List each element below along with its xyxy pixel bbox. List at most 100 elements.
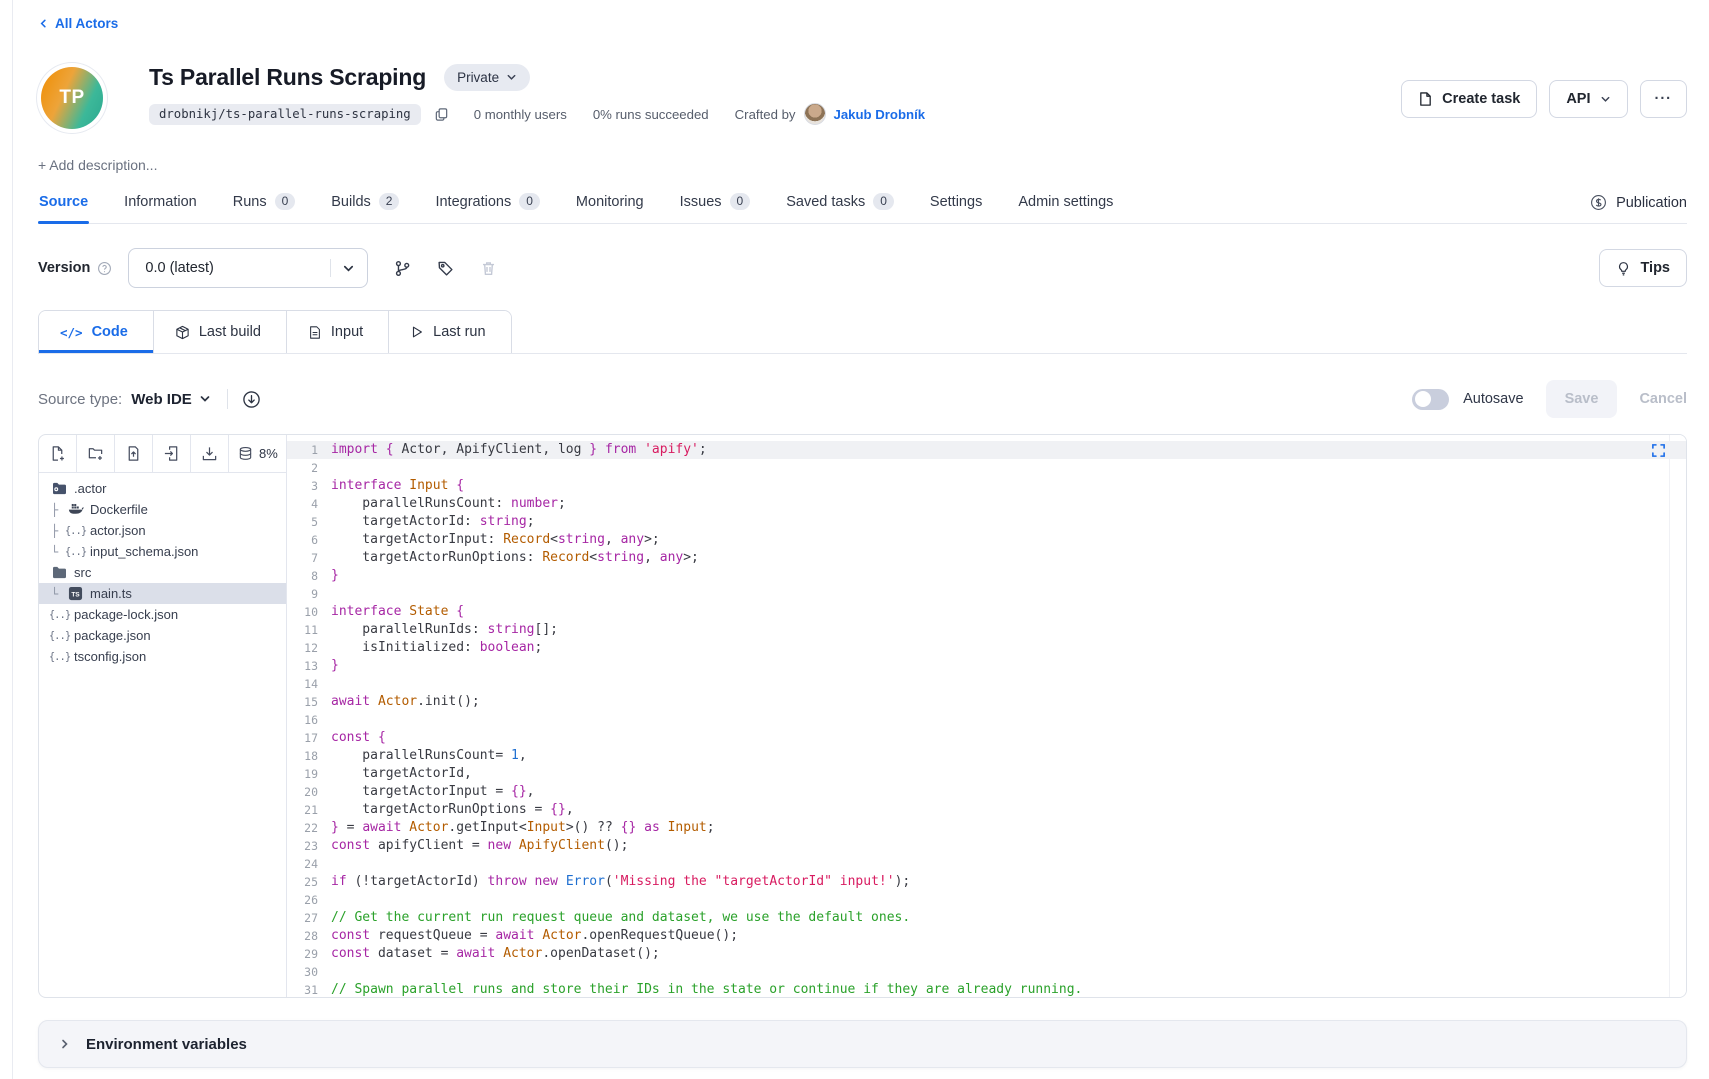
tab-integrations[interactable]: Integrations0 xyxy=(434,193,540,223)
code-line[interactable]: 1import { Actor, ApifyClient, log } from… xyxy=(287,441,1686,459)
code-line[interactable]: 7 targetActorRunOptions: Record<string, … xyxy=(287,549,1686,567)
import-file-button[interactable] xyxy=(153,435,191,472)
tips-button[interactable]: Tips xyxy=(1599,249,1687,287)
code-line[interactable]: 27// Get the current run request queue a… xyxy=(287,909,1686,927)
api-button[interactable]: API xyxy=(1549,80,1627,118)
scrollbar-track[interactable] xyxy=(1669,435,1670,997)
code-line[interactable]: 9 xyxy=(287,585,1686,603)
fullscreen-icon[interactable] xyxy=(1651,443,1666,458)
help-icon[interactable] xyxy=(97,261,112,276)
tab-runs[interactable]: Runs0 xyxy=(232,193,297,223)
upload-file-icon xyxy=(125,445,142,462)
tree-item-.actor[interactable]: .actor xyxy=(39,478,286,499)
code-line[interactable]: 26 xyxy=(287,891,1686,909)
copy-icon[interactable] xyxy=(434,107,449,122)
download-source-button[interactable] xyxy=(242,390,261,409)
code-line[interactable]: 21 targetActorRunOptions = {}, xyxy=(287,801,1686,819)
code-line[interactable]: 13} xyxy=(287,657,1686,675)
save-button[interactable]: Save xyxy=(1546,380,1618,418)
tree-item-src[interactable]: src xyxy=(39,562,286,583)
code-line[interactable]: 18 parallelRunsCount= 1, xyxy=(287,747,1686,765)
storage-usage[interactable]: 8% xyxy=(229,435,286,472)
line-number: 14 xyxy=(287,675,331,693)
code-line[interactable]: 31// Spawn parallel runs and store their… xyxy=(287,981,1686,997)
git-branch-icon[interactable] xyxy=(394,260,411,277)
autosave-toggle[interactable] xyxy=(1412,389,1449,410)
code-line[interactable]: 16 xyxy=(287,711,1686,729)
download-button[interactable] xyxy=(191,435,229,472)
editor-tab-code[interactable]: </>Code xyxy=(39,311,154,353)
code-line[interactable]: 19 targetActorId, xyxy=(287,765,1686,783)
tree-item-input-schema.json[interactable]: └{..}input_schema.json xyxy=(39,541,286,562)
breadcrumb[interactable]: All Actors xyxy=(38,16,118,31)
code-editor: 8% .actor├Dockerfile├{..}actor.json└{..}… xyxy=(38,434,1687,998)
tree-item-dockerfile[interactable]: ├Dockerfile xyxy=(39,499,286,520)
new-folder-button[interactable] xyxy=(77,435,115,472)
editor-tab-last-build[interactable]: Last build xyxy=(154,311,287,353)
editor-tab-last-run[interactable]: Last run xyxy=(389,311,510,353)
code-line[interactable]: 12 isInitialized: boolean; xyxy=(287,639,1686,657)
create-task-button[interactable]: Create task xyxy=(1401,80,1537,118)
version-select[interactable]: 0.0 (latest) xyxy=(128,248,368,288)
code-area[interactable]: 1import { Actor, ApifyClient, log } from… xyxy=(287,435,1686,997)
tree-item-package-lock.json[interactable]: {..}package-lock.json xyxy=(39,604,286,625)
json-icon: {..} xyxy=(51,651,68,663)
code-line[interactable]: 3interface Input { xyxy=(287,477,1686,495)
tab-information[interactable]: Information xyxy=(123,193,198,223)
tab-monitoring[interactable]: Monitoring xyxy=(575,193,645,223)
cancel-button[interactable]: Cancel xyxy=(1639,391,1687,407)
code-line[interactable]: 10interface State { xyxy=(287,603,1686,621)
line-number: 24 xyxy=(287,855,331,873)
tab-issues[interactable]: Issues0 xyxy=(679,193,752,223)
tab-label: Issues xyxy=(680,194,722,210)
tab-builds[interactable]: Builds2 xyxy=(330,193,400,223)
new-file-button[interactable] xyxy=(39,435,77,472)
source-type-select[interactable]: Web IDE xyxy=(131,391,211,408)
more-button[interactable]: ··· xyxy=(1640,80,1688,118)
line-number: 31 xyxy=(287,981,331,997)
author-link[interactable]: Jakub Drobník xyxy=(834,107,926,122)
code-line[interactable]: 17const { xyxy=(287,729,1686,747)
code-line[interactable]: 14 xyxy=(287,675,1686,693)
trash-icon[interactable] xyxy=(480,260,497,277)
code-line[interactable]: 28const requestQueue = await Actor.openR… xyxy=(287,927,1686,945)
tree-item-actor.json[interactable]: ├{..}actor.json xyxy=(39,520,286,541)
code-line[interactable]: 22} = await Actor.getInput<Input>() ?? {… xyxy=(287,819,1686,837)
play-icon xyxy=(410,325,424,339)
visibility-badge[interactable]: Private xyxy=(444,64,530,91)
import-file-icon xyxy=(163,445,180,462)
code-line[interactable]: 23const apifyClient = new ApifyClient(); xyxy=(287,837,1686,855)
environment-variables-panel[interactable]: Environment variables xyxy=(38,1020,1687,1068)
code-line[interactable]: 29const dataset = await Actor.openDatase… xyxy=(287,945,1686,963)
code-line[interactable]: 11 parallelRunIds: string[]; xyxy=(287,621,1686,639)
tab-settings[interactable]: Settings xyxy=(929,193,983,223)
tree-item-main.ts[interactable]: └TSmain.ts xyxy=(39,583,286,604)
code-line[interactable]: 30 xyxy=(287,963,1686,981)
code-line[interactable]: 5 targetActorId: string; xyxy=(287,513,1686,531)
upload-file-button[interactable] xyxy=(115,435,153,472)
json-icon: {..} xyxy=(67,525,84,537)
tab-label: Saved tasks xyxy=(786,194,865,210)
chevron-down-icon xyxy=(199,393,211,405)
tab-admin-settings[interactable]: Admin settings xyxy=(1017,193,1114,223)
line-number: 18 xyxy=(287,747,331,765)
environment-variables-label: Environment variables xyxy=(86,1036,247,1053)
code-line[interactable]: 4 parallelRunsCount: number; xyxy=(287,495,1686,513)
tab-saved-tasks[interactable]: Saved tasks0 xyxy=(785,193,895,223)
publication-button[interactable]: Publication xyxy=(1590,194,1687,223)
code-line[interactable]: 25if (!targetActorId) throw new Error('M… xyxy=(287,873,1686,891)
editor-tab-label: Last run xyxy=(433,324,485,340)
code-line[interactable]: 8} xyxy=(287,567,1686,585)
code-line[interactable]: 15await Actor.init(); xyxy=(287,693,1686,711)
tag-icon[interactable] xyxy=(437,260,454,277)
code-line[interactable]: 2 xyxy=(287,459,1686,477)
tab-source[interactable]: Source xyxy=(38,193,89,223)
editor-tab-input[interactable]: Input xyxy=(287,311,389,353)
ts-icon: TS xyxy=(67,586,84,601)
tree-item-package.json[interactable]: {..}package.json xyxy=(39,625,286,646)
code-line[interactable]: 6 targetActorInput: Record<string, any>; xyxy=(287,531,1686,549)
tree-item-tsconfig.json[interactable]: {..}tsconfig.json xyxy=(39,646,286,667)
code-line[interactable]: 24 xyxy=(287,855,1686,873)
code-line[interactable]: 20 targetActorInput = {}, xyxy=(287,783,1686,801)
add-description[interactable]: + Add description... xyxy=(38,157,1687,173)
